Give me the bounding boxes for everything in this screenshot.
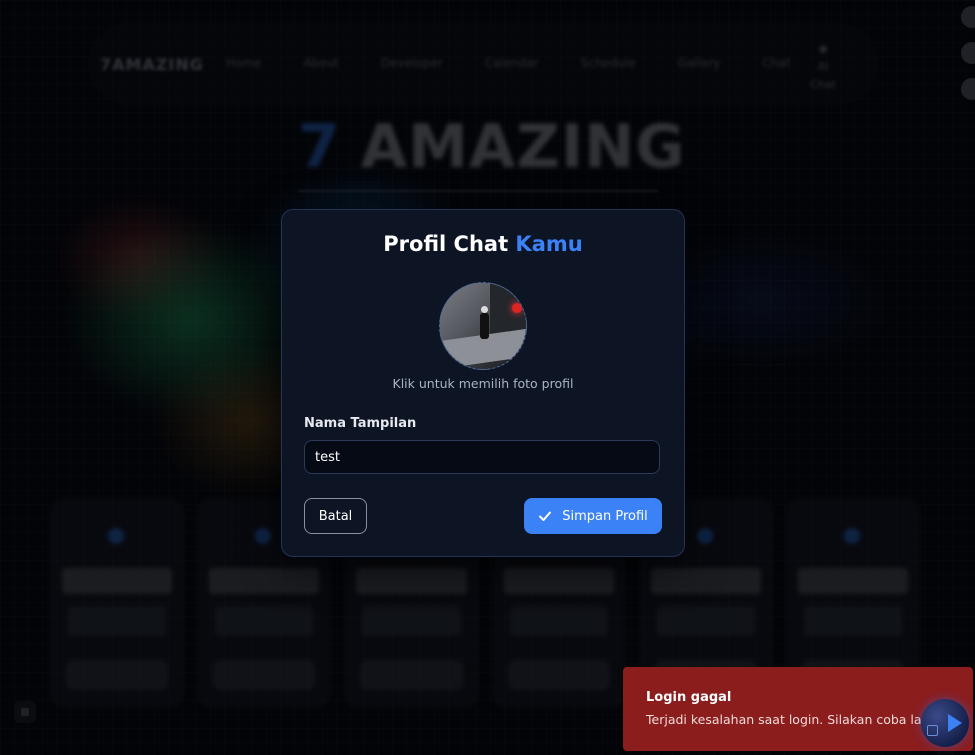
play-icon: [948, 714, 962, 732]
display-name-label: Nama Tampilan: [304, 416, 417, 431]
check-icon: [539, 511, 552, 521]
error-toast[interactable]: Login gagal Terjadi kesalahan saat login…: [623, 667, 973, 751]
modal-title-main: Profil Chat: [383, 232, 509, 256]
avatar-picker[interactable]: [439, 282, 527, 370]
profile-modal: Profil Chat Kamu Klik untuk memilih foto…: [281, 209, 685, 557]
expand-icon: [927, 725, 938, 736]
display-name-input[interactable]: [304, 440, 660, 474]
avatar-caption: Klik untuk memilih foto profil: [392, 376, 574, 391]
modal-title: Profil Chat Kamu: [282, 232, 684, 256]
toast-title: Login gagal: [646, 690, 732, 705]
toast-message: Terjadi kesalahan saat login. Silakan co…: [646, 712, 937, 727]
modal-title-accent: Kamu: [515, 232, 583, 256]
save-profile-button[interactable]: Simpan Profil: [524, 498, 662, 534]
save-profile-label: Simpan Profil: [562, 508, 648, 524]
cancel-button[interactable]: Batal: [304, 498, 367, 534]
media-player-button[interactable]: [921, 699, 969, 747]
